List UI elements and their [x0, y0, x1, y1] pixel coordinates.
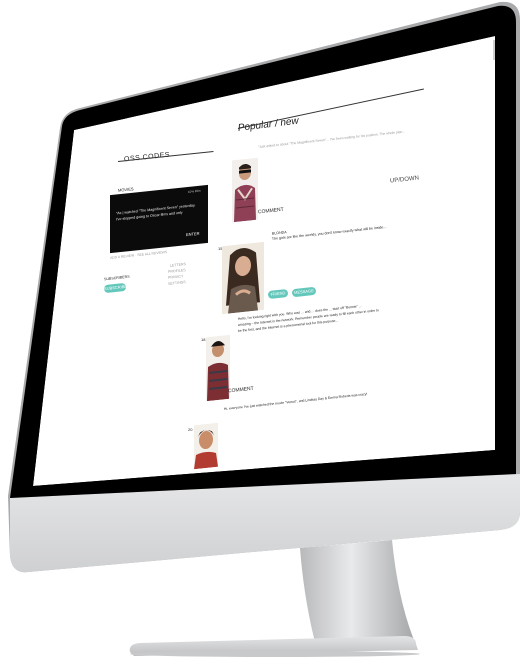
- review-links[interactable]: ADD A REVIEW · SEE ALL REVIEWS: [110, 250, 167, 260]
- post-number: 20: [188, 427, 193, 432]
- vote-control[interactable]: UP/DOWN: [390, 176, 419, 185]
- box-header: 10% Film: [188, 188, 201, 194]
- post-number: 18: [201, 337, 206, 342]
- avatar[interactable]: [222, 241, 264, 315]
- avatar[interactable]: [194, 422, 218, 470]
- message-button[interactable]: MESSAGE: [291, 286, 317, 298]
- comment-link[interactable]: COMMENT: [258, 207, 284, 216]
- feed-title-rule: [237, 88, 424, 129]
- subscribers-label: SUBSCRIBERS: [103, 274, 130, 282]
- avatar[interactable]: [232, 157, 258, 223]
- letters-item[interactable]: SETTINGS: [168, 280, 186, 286]
- post-text: The girls are like the weekly, you don't…: [271, 224, 387, 241]
- featured-review-box[interactable]: 10% Film "As | watched "The Magnificent …: [110, 184, 208, 254]
- comment-link[interactable]: COMMENT: [228, 386, 254, 395]
- top-note: "Just asked to about "The Magnificent Se…: [257, 129, 406, 149]
- post-text: Hi, everyone I've just watched the movie…: [223, 391, 368, 411]
- avatar[interactable]: [206, 334, 230, 402]
- enter-link[interactable]: ENTER: [186, 231, 200, 237]
- subscribe-button[interactable]: SUBSCRIBE: [103, 282, 127, 294]
- friend-button[interactable]: FRIEND: [267, 288, 289, 300]
